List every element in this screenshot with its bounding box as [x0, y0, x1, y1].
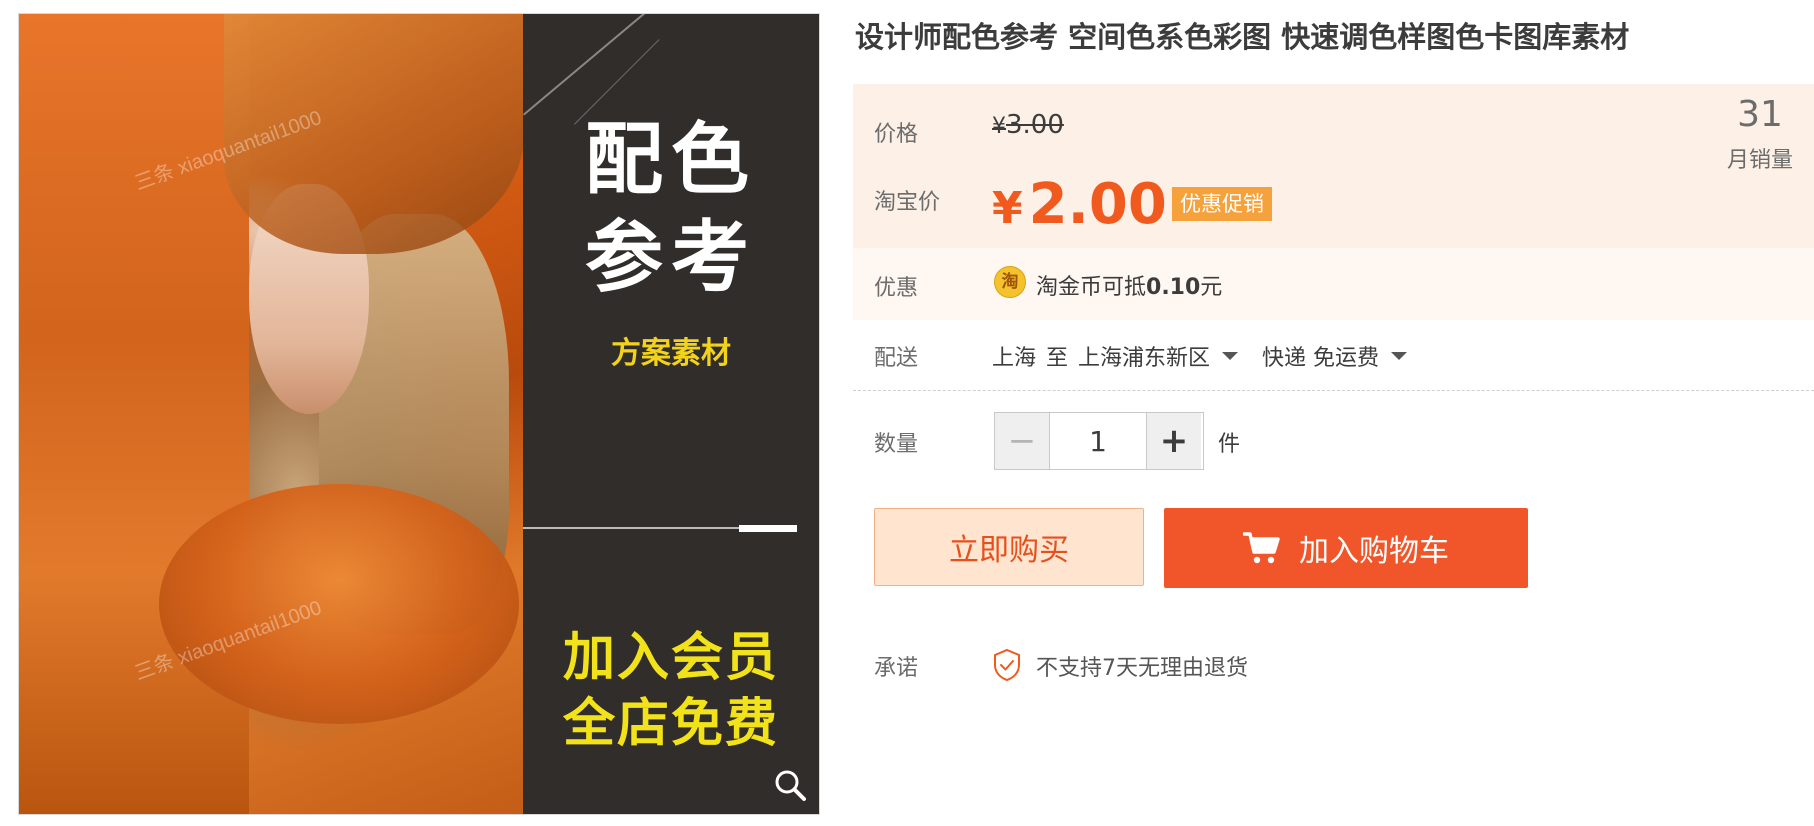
promise-text: 不支持7天无理由退货 [1036, 656, 1248, 681]
zoom-icon[interactable] [773, 768, 807, 802]
delivery-label: 配送 [874, 346, 919, 371]
model-photo: 三条 xiaoquantail1000 三条 xiaoquantail1000 [19, 14, 524, 814]
minus-icon: − [1007, 421, 1037, 461]
promise-label: 承诺 [874, 656, 919, 681]
delivery-destination-select[interactable]: 上海浦东新区 [1078, 340, 1252, 372]
quantity-unit: 件 [1218, 432, 1241, 457]
buy-now-label: 立即购买 [949, 533, 1069, 568]
product-main-image[interactable]: 三条 xiaoquantail1000 三条 xiaoquantail1000 … [18, 13, 820, 815]
coin-icon: 淘 [994, 266, 1026, 298]
chevron-down-icon [1391, 352, 1408, 360]
delivery-to-word: 至 [1046, 346, 1069, 371]
buy-now-button[interactable]: 立即购买 [874, 508, 1144, 586]
decrease-quantity-button[interactable]: − [995, 413, 1049, 469]
panel-divider-accent [739, 525, 797, 532]
promotion-label: 优惠 [874, 276, 919, 301]
delivery-row: 上海 至 上海浦东新区 快递 免运费 [992, 340, 1421, 372]
increase-quantity-button[interactable]: + [1147, 413, 1201, 469]
panel-member-line2: 全店免费 [562, 694, 779, 754]
sale-price: ¥2.00 [992, 172, 1167, 237]
monthly-sales-label: 月销量 [1726, 148, 1793, 173]
panel-title-line1: 配色 [584, 115, 757, 205]
original-price-value: 3.00 [1006, 110, 1064, 140]
price-label: 价格 [874, 122, 919, 147]
sale-currency-symbol: ¥ [992, 183, 1023, 234]
scarf-knot [159, 484, 519, 724]
sale-price-value: 2.00 [1028, 172, 1167, 237]
plus-icon: + [1159, 421, 1189, 461]
chevron-down-icon [1222, 352, 1239, 360]
original-price: ¥3.00 [992, 110, 1064, 140]
delivery-origin: 上海 [992, 346, 1037, 371]
coin-discount-amount: 0.10 [1146, 275, 1201, 300]
section-divider [853, 390, 1814, 391]
panel-member-line1: 加入会员 [562, 628, 779, 688]
add-to-cart-button[interactable]: 加入购物车 [1164, 508, 1528, 588]
shield-check-icon [994, 648, 1020, 682]
cart-icon [1243, 532, 1280, 564]
coin-discount-prefix: 淘金币可抵 [1036, 275, 1147, 300]
panel-title-line2: 参考 [584, 213, 757, 303]
quantity-input[interactable] [1049, 413, 1147, 469]
taobao-price-label: 淘宝价 [874, 190, 941, 215]
delivery-method-select[interactable]: 快递 免运费 [1262, 340, 1421, 372]
monthly-sales-count: 31 [1737, 94, 1783, 135]
promo-badge: 优惠促销 [1172, 187, 1272, 221]
quantity-stepper: − + [994, 412, 1204, 470]
quantity-label: 数量 [874, 432, 919, 457]
delivery-method: 快递 免运费 [1262, 346, 1380, 371]
delivery-destination: 上海浦东新区 [1078, 346, 1211, 371]
coin-discount-unit: 元 [1200, 275, 1223, 300]
panel-subtitle: 方案素材 [611, 336, 731, 371]
coin-discount-text: 淘金币可抵0.10元 [1036, 269, 1222, 301]
add-to-cart-label: 加入购物车 [1299, 534, 1449, 569]
currency-symbol: ¥ [992, 114, 1006, 139]
scarf-drape [19, 14, 249, 814]
product-title: 设计师配色参考 空间色系色彩图 快速调色样图色卡图库素材 [855, 20, 1630, 54]
